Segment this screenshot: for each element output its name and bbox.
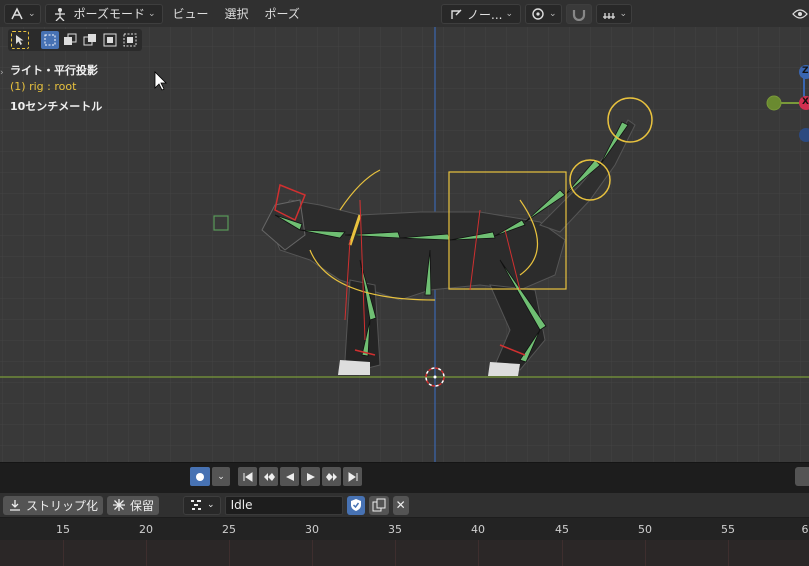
frame-tick: 25 <box>222 523 236 536</box>
timeline-bar <box>0 462 809 492</box>
select-extend-icon <box>64 33 77 45</box>
prev-keyframe-button[interactable] <box>259 467 278 486</box>
pose-mode-icon <box>54 7 65 21</box>
frame-tick: 15 <box>56 523 70 536</box>
eye-icon <box>792 9 808 19</box>
prev-keyframe-icon <box>263 472 275 481</box>
select-new-icon <box>44 34 56 46</box>
pivot-point-selector[interactable]: ⌄ <box>525 4 562 24</box>
sidebar-toggle-icon[interactable]: › <box>0 68 4 78</box>
jump-start-icon <box>243 471 252 482</box>
menu-view[interactable]: ビュー <box>167 4 215 24</box>
magnet-icon <box>572 10 585 21</box>
select-invert-icon <box>103 33 117 47</box>
snap-target-selector[interactable]: ⌄ <box>595 4 633 24</box>
frame-tick: 6 <box>801 523 809 536</box>
select-mode-new-button[interactable] <box>41 31 59 49</box>
nla-track-area[interactable] <box>0 540 809 566</box>
chevron-down-icon: ⌄ <box>207 500 215 510</box>
push-down-button[interactable]: ストリップ化 <box>3 495 104 515</box>
duplicate-action-button[interactable] <box>368 495 389 515</box>
select-mode-invert-button[interactable] <box>101 31 119 49</box>
chevron-down-icon: ⌄ <box>217 471 225 482</box>
frame-tick: 55 <box>721 523 735 536</box>
menu-select[interactable]: 選択 <box>219 4 255 24</box>
fake-user-button[interactable] <box>346 495 365 515</box>
play-icon <box>306 472 315 481</box>
select-tool-bar <box>8 29 142 51</box>
frame-tick: 40 <box>471 523 485 536</box>
keying-options-button[interactable]: ⌄ <box>212 467 230 486</box>
orientation-icon <box>451 9 462 19</box>
gizmo-y-negative <box>766 95 782 111</box>
action-name-field[interactable]: Idle <box>224 495 343 515</box>
viewport-canvas[interactable] <box>0 0 809 462</box>
jump-to-end-button[interactable] <box>343 467 362 486</box>
chevron-down-icon: ⌄ <box>147 8 156 19</box>
grid-scale-label: 10センチメートル <box>10 100 103 113</box>
select-mode-subtract-button[interactable] <box>81 31 99 49</box>
chevron-down-icon: ⌄ <box>619 9 628 19</box>
mode-selector[interactable]: ポーズモード ⌄ <box>44 3 163 24</box>
action-browse-button[interactable]: ⌄ <box>183 495 221 515</box>
gizmo-z-label: Z <box>802 66 809 76</box>
select-intersect-icon <box>123 33 137 47</box>
timeline-options-button[interactable] <box>795 467 809 486</box>
chevron-down-icon: ⌄ <box>549 9 557 19</box>
play-reverse-button[interactable] <box>280 467 299 486</box>
chevron-down-icon: ⌄ <box>28 8 36 19</box>
snap-increment-icon <box>602 13 615 19</box>
stash-label: 保留 <box>130 498 155 513</box>
gizmo-z-negative <box>799 128 809 142</box>
mode-label: ポーズモード <box>73 7 145 21</box>
select-subtract-icon <box>83 34 96 46</box>
play-reverse-icon <box>285 472 294 481</box>
record-icon <box>196 472 204 481</box>
snowflake-icon <box>113 499 126 511</box>
playback-controls: ⌄ <box>190 467 362 486</box>
3d-viewport[interactable]: ⌄ ポーズモード ⌄ ビュー 選択 ポーズ ノー... ⌄ ⌄ ⌄ › ライト・… <box>0 0 809 462</box>
editor-type-button[interactable]: ⌄ <box>4 3 41 24</box>
action-name: Idle <box>230 498 253 512</box>
jump-end-icon <box>348 471 357 482</box>
pivot-icon <box>532 8 544 20</box>
push-down-label: ストリップ化 <box>26 498 99 513</box>
jump-to-start-button[interactable] <box>238 467 257 486</box>
menu-pose[interactable]: ポーズ <box>259 4 306 24</box>
close-icon: ✕ <box>395 498 406 512</box>
armature-editor-icon <box>11 6 23 19</box>
transform-orientation-selector[interactable]: ノー... ⌄ <box>441 4 521 24</box>
shield-icon <box>350 499 361 511</box>
play-button[interactable] <box>301 467 320 486</box>
action-icon <box>191 500 202 510</box>
frame-tick: 45 <box>555 523 569 536</box>
copy-icon <box>372 498 386 512</box>
view-label: ライト・平行投影 <box>10 64 98 77</box>
viewport-header: ⌄ ポーズモード ⌄ ビュー 選択 ポーズ ノー... ⌄ ⌄ ⌄ <box>0 0 809 27</box>
frame-tick: 50 <box>638 523 652 536</box>
select-mode-intersect-button[interactable] <box>121 31 139 49</box>
nla-header: ストリップ化 保留 ⌄ Idle ✕ <box>0 493 809 517</box>
frame-tick: 20 <box>139 523 153 536</box>
push-down-icon <box>10 500 20 511</box>
auto-keying-button[interactable] <box>190 467 210 486</box>
frame-tick: 30 <box>305 523 319 536</box>
select-tool-button[interactable] <box>11 31 29 49</box>
cursor-select-icon <box>16 35 24 45</box>
active-object-label: (1) rig : root <box>10 80 77 93</box>
gizmo-x-label: X <box>802 97 809 107</box>
orientation-label: ノー... <box>467 7 503 22</box>
frame-ruler[interactable]: 15 20 25 30 35 40 45 50 55 6 <box>0 518 809 540</box>
next-keyframe-icon <box>325 472 337 481</box>
unlink-action-button[interactable]: ✕ <box>392 495 409 515</box>
snap-toggle[interactable] <box>565 4 592 24</box>
select-mode-extend-button[interactable] <box>61 31 79 49</box>
stash-button[interactable]: 保留 <box>107 495 160 515</box>
next-keyframe-button[interactable] <box>322 467 341 486</box>
chevron-down-icon: ⌄ <box>505 9 513 19</box>
frame-tick: 35 <box>388 523 402 536</box>
visibility-button[interactable] <box>788 4 809 24</box>
